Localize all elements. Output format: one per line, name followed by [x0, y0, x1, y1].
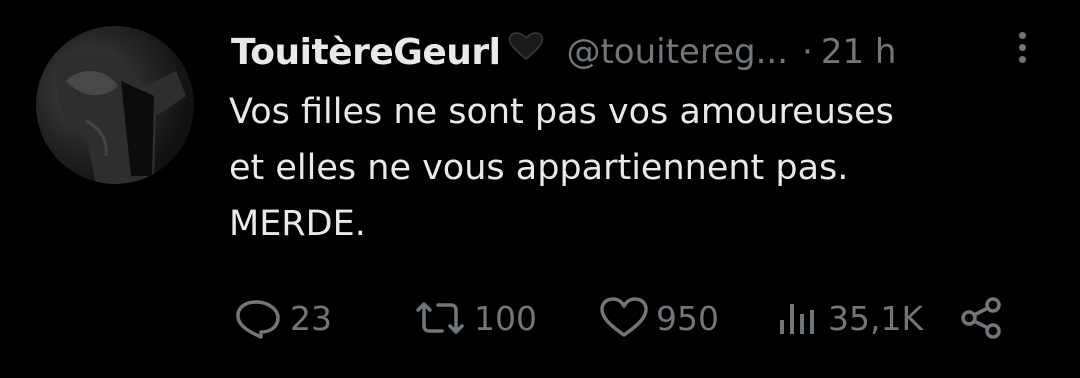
retweet-icon: [416, 302, 464, 334]
like-icon: [600, 297, 648, 337]
retweet-button[interactable]: 100: [412, 290, 537, 346]
heart-badge-icon: [506, 31, 546, 61]
action-bar: 23 100 950 35,1K: [0, 290, 1080, 346]
views-icon: [780, 304, 814, 334]
display-name[interactable]: TouitèreGeurl: [231, 32, 501, 73]
share-button[interactable]: [960, 290, 1004, 346]
retweet-count: 100: [474, 298, 537, 338]
handle[interactable]: @touitereg...: [566, 32, 788, 72]
tweet-text-line: et elles ne vous appartiennent pas.: [229, 148, 849, 188]
separator-dot: ·: [802, 32, 813, 72]
tweet[interactable]: TouitèreGeurl @touitereg... · 21 h Vos f…: [0, 0, 1080, 378]
tweet-text: Vos filles ne sont pas vos amoureuses et…: [229, 84, 1049, 252]
avatar[interactable]: [36, 26, 194, 184]
timestamp[interactable]: 21 h: [821, 32, 897, 72]
reply-count: 23: [290, 298, 332, 338]
like-count: 950: [656, 298, 719, 338]
reply-icon: [236, 300, 280, 339]
share-icon: [961, 297, 1001, 339]
views-count: 35,1K: [828, 298, 924, 338]
avatar-image: [55, 50, 186, 184]
reply-button[interactable]: 23: [234, 290, 332, 346]
views-button[interactable]: 35,1K: [776, 290, 923, 346]
like-button[interactable]: 950: [598, 290, 719, 346]
tweet-text-line: MERDE.: [229, 204, 366, 244]
tweet-text-line: Vos filles ne sont pas vos amoureuses: [229, 92, 894, 132]
more-options-icon[interactable]: [1010, 28, 1034, 72]
tweet-header: TouitèreGeurl @touitereg... · 21 h: [231, 26, 896, 78]
